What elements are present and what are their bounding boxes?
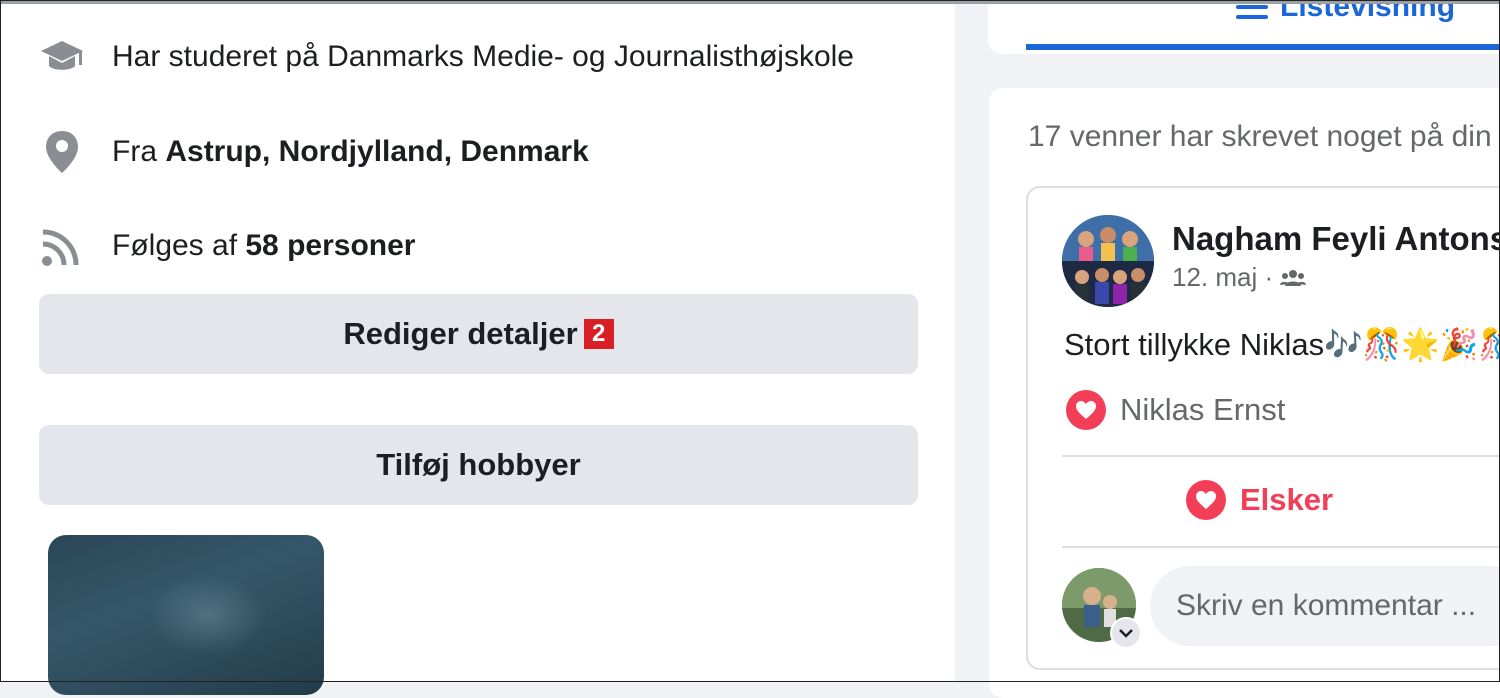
love-button-label: Elsker [1240, 482, 1334, 517]
poster-avatar[interactable] [1062, 215, 1154, 307]
post-date[interactable]: 12. maj [1172, 262, 1257, 293]
followers-row: Følges af 58 personer [38, 222, 415, 270]
reactions-summary[interactable]: Niklas Ernst [1066, 390, 1285, 430]
rss-feed-icon [38, 222, 86, 270]
hometown-row: Fra Astrup, Nordjylland, Denmark [38, 128, 589, 176]
love-button-icon [1186, 480, 1226, 520]
graduation-cap-icon [38, 33, 86, 81]
featured-photo[interactable] [48, 535, 324, 695]
comment-placeholder: Skriv en kommentar ... [1176, 589, 1477, 622]
hometown-place[interactable]: Astrup, Nordjylland, Denmark [165, 135, 588, 169]
edit-details-label: Rediger detaljer [343, 316, 578, 351]
post-author[interactable]: Nagham Feyli Antonse [1172, 220, 1500, 258]
education-row: Har studeret på Danmarks Medie- og Journ… [38, 33, 854, 81]
annotation-badge: 2 [583, 319, 614, 349]
divider [1062, 546, 1500, 548]
add-hobbies-button[interactable]: Tilføj hobbyer [39, 425, 918, 505]
location-pin-icon [38, 128, 86, 176]
friends-icon[interactable] [1280, 268, 1307, 288]
chevron-down-icon[interactable] [1110, 617, 1142, 649]
post-message: Stort tillykke Niklas🎶🎊🌟🎉🎊 [1064, 327, 1500, 362]
comment-input[interactable]: Skriv en kommentar ... [1150, 566, 1500, 646]
love-button[interactable]: Elsker [1186, 480, 1333, 520]
active-tab-indicator [1026, 44, 1500, 50]
followers-prefix: Følges af [112, 229, 246, 262]
love-reaction-icon [1066, 390, 1106, 430]
profile-intro-panel: Har studeret på Danmarks Medie- og Journ… [0, 0, 955, 695]
window-top-edge [0, 0, 1500, 4]
education-text: Har studeret på Danmarks Medie- og Journ… [112, 40, 854, 73]
divider [1062, 455, 1500, 457]
hometown-prefix: Fra [112, 135, 166, 168]
followers-count[interactable]: 58 personer [245, 229, 415, 263]
reactor-name: Niklas Ernst [1120, 392, 1286, 427]
post-meta: 12. maj · [1172, 262, 1307, 293]
posts-summary: 17 venner har skrevet noget på din [1028, 120, 1492, 153]
add-hobbies-label: Tilføj hobbyer [376, 447, 581, 482]
meta-separator: · [1257, 262, 1281, 292]
edit-details-button[interactable]: Rediger detaljer 2 [39, 294, 918, 374]
